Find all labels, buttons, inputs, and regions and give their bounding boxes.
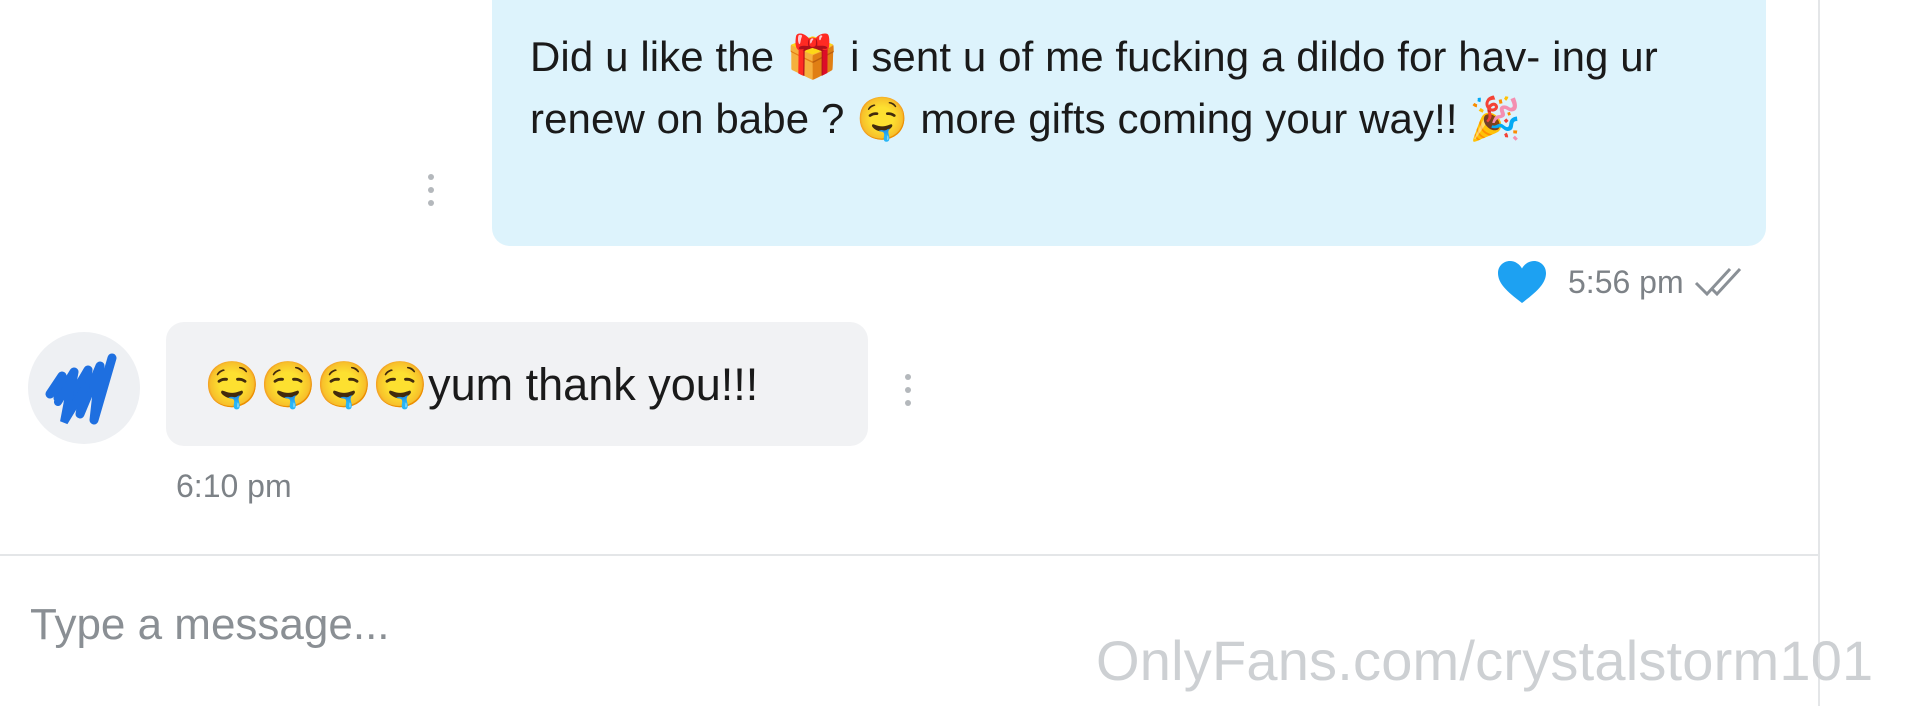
outgoing-message-meta: 5:56 pm xyxy=(1496,252,1750,312)
right-border xyxy=(1818,0,1820,706)
heart-icon[interactable] xyxy=(1496,259,1548,305)
incoming-message-bubble[interactable]: 🤤🤤🤤🤤yum thank you!!! xyxy=(166,322,868,446)
outgoing-message-bubble[interactable]: Did u like the 🎁 i sent u of me fucking … xyxy=(492,0,1766,246)
chat-screen: Did u like the 🎁 i sent u of me fucking … xyxy=(0,0,1920,706)
outgoing-message-text: Did u like the 🎁 i sent u of me fucking … xyxy=(530,33,1658,142)
incoming-message-time: 6:10 pm xyxy=(176,468,292,504)
incoming-message-options-icon[interactable] xyxy=(903,374,913,414)
composer-divider xyxy=(0,554,1818,556)
scribbled-avatar-icon xyxy=(45,353,117,425)
incoming-message-text: 🤤🤤🤤🤤yum thank you!!! xyxy=(204,358,759,410)
avatar[interactable] xyxy=(28,332,140,444)
double-check-icon xyxy=(1694,267,1741,297)
watermark: OnlyFans.com/crystalstorm101 xyxy=(1096,629,1874,692)
outgoing-message-options-icon[interactable] xyxy=(426,174,436,214)
message-input[interactable] xyxy=(30,590,1090,660)
outgoing-message-time: 5:56 pm xyxy=(1568,263,1684,300)
